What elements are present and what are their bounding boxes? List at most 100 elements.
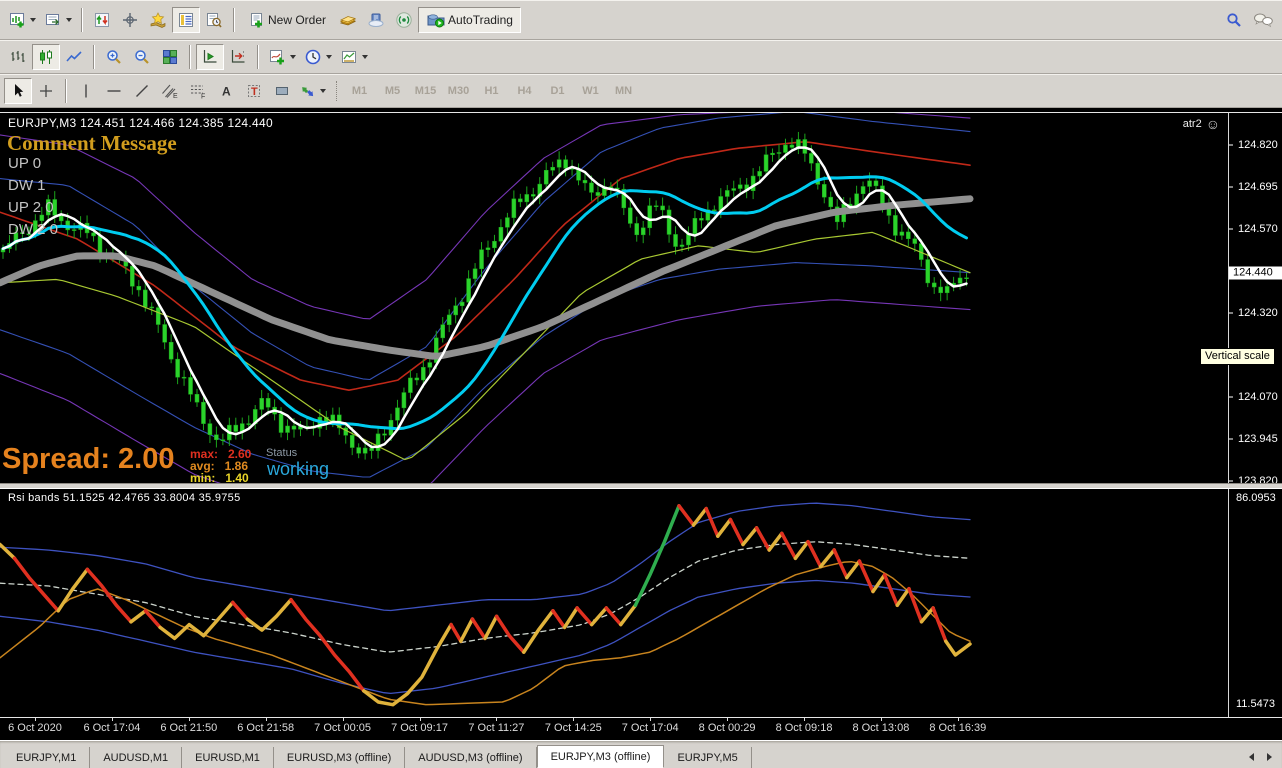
- timeframe-button-h1[interactable]: H1: [475, 80, 508, 102]
- shapes-rectangle-icon: [276, 86, 288, 95]
- line-chart-button[interactable]: [60, 44, 88, 70]
- time-tick: [880, 718, 882, 721]
- autotrading-button[interactable]: AutoTrading: [418, 6, 521, 33]
- timeframe-button-d1[interactable]: D1: [541, 80, 574, 102]
- strategy-tester-button[interactable]: [200, 7, 228, 33]
- time-label: 6 Oct 17:04: [83, 722, 141, 734]
- price-tick: [1229, 396, 1233, 398]
- time-label: 6 Oct 21:58: [237, 722, 295, 734]
- chart-tab-active[interactable]: EURJPY,M3 (offline): [536, 745, 665, 768]
- time-tick: [265, 718, 267, 721]
- metaeditor-book-icon: [339, 15, 357, 25]
- arrows-button[interactable]: [296, 78, 330, 104]
- chart-shift-button[interactable]: [224, 44, 252, 70]
- periods-dropdown-caret[interactable]: [326, 54, 332, 59]
- toolbar-separator: [93, 44, 95, 69]
- price-scale[interactable]: 124.820 124.695 124.570 124.320 124.070 123.9…: [1228, 112, 1282, 487]
- rsi-scale[interactable]: 86.0953 11.5473: [1228, 489, 1282, 717]
- new-chart-button[interactable]: [4, 7, 40, 33]
- market-watch-button[interactable]: [88, 7, 116, 33]
- fibonacci-button[interactable]: F: [184, 78, 212, 104]
- equidistant-channel-button[interactable]: E: [156, 78, 184, 104]
- profiles-icon: [46, 13, 59, 25]
- arrows-dropdown-caret[interactable]: [320, 88, 326, 93]
- community-icon: [368, 13, 384, 27]
- chart-tab[interactable]: EURJPY,M1: [3, 747, 91, 768]
- navigator-button[interactable]: [144, 7, 172, 33]
- chart-tab[interactable]: AUDUSD,M1: [90, 747, 183, 768]
- trendline-button[interactable]: [128, 78, 156, 104]
- autotrading-label: AutoTrading: [448, 12, 513, 27]
- signals-button[interactable]: [390, 7, 418, 33]
- profiles-dropdown-caret[interactable]: [66, 17, 72, 22]
- tabs-scroll-left-button[interactable]: [1244, 751, 1258, 763]
- auto-scroll-button[interactable]: [196, 43, 224, 70]
- templates-dropdown-caret[interactable]: [362, 54, 368, 59]
- timeframe-button-m5[interactable]: M5: [376, 80, 409, 102]
- toolbar-separator: [189, 44, 191, 69]
- metaeditor-button[interactable]: [334, 7, 362, 33]
- crosshair-button[interactable]: [32, 78, 60, 104]
- tabs-scroll-right-button[interactable]: [1262, 751, 1276, 763]
- data-window-button[interactable]: [116, 7, 144, 33]
- timeframe-button-w1[interactable]: W1: [574, 80, 607, 102]
- search-button[interactable]: [1220, 7, 1248, 33]
- new-order-button[interactable]: New Order: [240, 7, 334, 33]
- chat-button[interactable]: [1248, 7, 1278, 33]
- timeframe-button-mn[interactable]: MN: [607, 80, 640, 102]
- periods-clock-icon: [305, 49, 321, 64]
- profiles-button[interactable]: [40, 7, 76, 33]
- rsi-chart-pane[interactable]: Rsi bands 51.1525 42.4765 33.8004 35.975…: [0, 489, 1228, 717]
- text-label-button[interactable]: T: [240, 78, 268, 104]
- zoom-in-button[interactable]: [100, 44, 128, 70]
- indicator-badge[interactable]: atr2 ☺: [1183, 117, 1220, 131]
- chat-bubbles-icon: [1254, 13, 1273, 27]
- time-axis[interactable]: 6 Oct 2020 6 Oct 17:04 6 Oct 21:50 6 Oct 21…: [0, 718, 1282, 740]
- price-tick: [1229, 480, 1233, 482]
- toolbar-grip[interactable]: [336, 80, 337, 101]
- chart-tab[interactable]: EURUSD,M1: [182, 747, 274, 768]
- line-chart-icon: [66, 50, 82, 62]
- timeframe-button-m30[interactable]: M30: [442, 80, 475, 102]
- shapes-button[interactable]: [268, 78, 296, 104]
- time-tick: [342, 718, 344, 721]
- text-button[interactable]: A: [212, 78, 240, 104]
- cursor-button[interactable]: [4, 77, 32, 104]
- horizontal-line-icon: [107, 89, 121, 92]
- timeframes-toolbar: M1 M5 M15 M30 H1 H4 D1 W1 MN: [343, 80, 640, 102]
- indicators-dropdown-caret[interactable]: [290, 54, 296, 59]
- main-chart-pane[interactable]: EURJPY,M3 124.451 124.466 124.385 124.44…: [0, 112, 1228, 483]
- chart-tab[interactable]: EURUSD,M3 (offline): [274, 747, 406, 768]
- timeframe-button-m1[interactable]: M1: [343, 80, 376, 102]
- horizontal-line-button[interactable]: [100, 78, 128, 104]
- fibonacci-icon: F: [191, 84, 205, 99]
- current-price-marker: 124.440: [1229, 266, 1282, 280]
- community-button[interactable]: [362, 7, 390, 33]
- templates-button[interactable]: [336, 44, 372, 70]
- chart-tab[interactable]: AUDUSD,M3 (offline): [405, 747, 537, 768]
- scroll-right-icon: [1266, 753, 1272, 761]
- terminal-icon: [179, 12, 193, 27]
- zoom-out-icon: [135, 49, 149, 64]
- spread-min-value: 1.40: [225, 471, 249, 483]
- bar-chart-button[interactable]: [4, 44, 32, 70]
- zoom-out-button[interactable]: [128, 44, 156, 70]
- timeframe-button-h4[interactable]: H4: [508, 80, 541, 102]
- chart-tab[interactable]: EURJPY,M5: [664, 747, 752, 768]
- price-label: 124.070: [1238, 391, 1278, 403]
- charts-toolbar: [0, 40, 1282, 74]
- price-label: 124.695: [1238, 181, 1278, 193]
- chart-shift-icon: [231, 49, 245, 63]
- periods-button[interactable]: [300, 44, 336, 70]
- time-label: 8 Oct 16:39: [929, 722, 987, 734]
- vertical-line-button[interactable]: [72, 78, 100, 104]
- time-label: 8 Oct 00:29: [698, 722, 756, 734]
- tile-windows-button[interactable]: [156, 44, 184, 70]
- candlestick-chart-button[interactable]: [32, 43, 60, 70]
- time-tick: [804, 718, 805, 721]
- new-chart-dropdown-caret[interactable]: [30, 17, 36, 22]
- timeframe-button-m15[interactable]: M15: [409, 80, 442, 102]
- chart-tab-strip: EURJPY,M1 AUDUSD,M1 EURUSD,M1 EURUSD,M3 (of…: [0, 740, 1282, 768]
- terminal-button[interactable]: [172, 6, 200, 33]
- indicators-button[interactable]: [264, 44, 300, 70]
